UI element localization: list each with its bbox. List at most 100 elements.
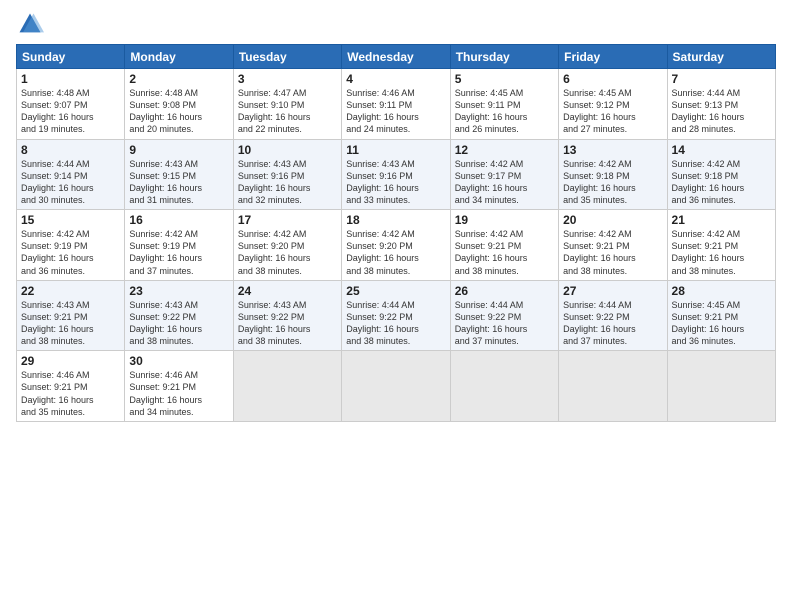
day-number: 27 [563, 284, 662, 298]
calendar-week-row: 1Sunrise: 4:48 AMSunset: 9:07 PMDaylight… [17, 69, 776, 140]
calendar-day-cell [450, 351, 558, 422]
calendar-day-cell: 25Sunrise: 4:44 AMSunset: 9:22 PMDayligh… [342, 280, 450, 351]
day-info: Sunrise: 4:42 AMSunset: 9:19 PMDaylight:… [129, 228, 228, 277]
calendar-day-cell: 19Sunrise: 4:42 AMSunset: 9:21 PMDayligh… [450, 210, 558, 281]
calendar-body: 1Sunrise: 4:48 AMSunset: 9:07 PMDaylight… [17, 69, 776, 422]
day-info: Sunrise: 4:43 AMSunset: 9:16 PMDaylight:… [346, 158, 445, 207]
calendar-day-cell: 18Sunrise: 4:42 AMSunset: 9:20 PMDayligh… [342, 210, 450, 281]
calendar-header-cell: Sunday [17, 45, 125, 69]
day-info: Sunrise: 4:42 AMSunset: 9:20 PMDaylight:… [346, 228, 445, 277]
day-info: Sunrise: 4:43 AMSunset: 9:21 PMDaylight:… [21, 299, 120, 348]
calendar-header-cell: Tuesday [233, 45, 341, 69]
calendar-day-cell: 4Sunrise: 4:46 AMSunset: 9:11 PMDaylight… [342, 69, 450, 140]
calendar-day-cell: 7Sunrise: 4:44 AMSunset: 9:13 PMDaylight… [667, 69, 775, 140]
day-info: Sunrise: 4:42 AMSunset: 9:21 PMDaylight:… [455, 228, 554, 277]
calendar-day-cell: 11Sunrise: 4:43 AMSunset: 9:16 PMDayligh… [342, 139, 450, 210]
day-info: Sunrise: 4:44 AMSunset: 9:22 PMDaylight:… [563, 299, 662, 348]
calendar-day-cell: 2Sunrise: 4:48 AMSunset: 9:08 PMDaylight… [125, 69, 233, 140]
day-number: 6 [563, 72, 662, 86]
day-number: 23 [129, 284, 228, 298]
day-number: 1 [21, 72, 120, 86]
day-number: 26 [455, 284, 554, 298]
day-number: 22 [21, 284, 120, 298]
calendar-day-cell [233, 351, 341, 422]
day-number: 18 [346, 213, 445, 227]
day-number: 3 [238, 72, 337, 86]
calendar-day-cell: 3Sunrise: 4:47 AMSunset: 9:10 PMDaylight… [233, 69, 341, 140]
calendar-day-cell: 30Sunrise: 4:46 AMSunset: 9:21 PMDayligh… [125, 351, 233, 422]
logo-icon [16, 10, 44, 38]
calendar-day-cell: 24Sunrise: 4:43 AMSunset: 9:22 PMDayligh… [233, 280, 341, 351]
calendar-day-cell [667, 351, 775, 422]
calendar-day-cell: 12Sunrise: 4:42 AMSunset: 9:17 PMDayligh… [450, 139, 558, 210]
day-number: 2 [129, 72, 228, 86]
day-number: 10 [238, 143, 337, 157]
calendar-day-cell: 5Sunrise: 4:45 AMSunset: 9:11 PMDaylight… [450, 69, 558, 140]
day-info: Sunrise: 4:46 AMSunset: 9:21 PMDaylight:… [21, 369, 120, 418]
calendar-week-row: 22Sunrise: 4:43 AMSunset: 9:21 PMDayligh… [17, 280, 776, 351]
day-number: 7 [672, 72, 771, 86]
day-number: 19 [455, 213, 554, 227]
day-info: Sunrise: 4:42 AMSunset: 9:19 PMDaylight:… [21, 228, 120, 277]
day-info: Sunrise: 4:47 AMSunset: 9:10 PMDaylight:… [238, 87, 337, 136]
day-info: Sunrise: 4:44 AMSunset: 9:22 PMDaylight:… [455, 299, 554, 348]
calendar-day-cell: 10Sunrise: 4:43 AMSunset: 9:16 PMDayligh… [233, 139, 341, 210]
day-info: Sunrise: 4:42 AMSunset: 9:17 PMDaylight:… [455, 158, 554, 207]
calendar-week-row: 15Sunrise: 4:42 AMSunset: 9:19 PMDayligh… [17, 210, 776, 281]
day-number: 29 [21, 354, 120, 368]
day-info: Sunrise: 4:44 AMSunset: 9:22 PMDaylight:… [346, 299, 445, 348]
calendar-day-cell: 17Sunrise: 4:42 AMSunset: 9:20 PMDayligh… [233, 210, 341, 281]
day-info: Sunrise: 4:42 AMSunset: 9:21 PMDaylight:… [672, 228, 771, 277]
calendar-header-cell: Wednesday [342, 45, 450, 69]
day-number: 5 [455, 72, 554, 86]
calendar-day-cell: 27Sunrise: 4:44 AMSunset: 9:22 PMDayligh… [559, 280, 667, 351]
day-info: Sunrise: 4:43 AMSunset: 9:15 PMDaylight:… [129, 158, 228, 207]
day-info: Sunrise: 4:48 AMSunset: 9:08 PMDaylight:… [129, 87, 228, 136]
day-info: Sunrise: 4:45 AMSunset: 9:11 PMDaylight:… [455, 87, 554, 136]
day-info: Sunrise: 4:42 AMSunset: 9:20 PMDaylight:… [238, 228, 337, 277]
day-number: 14 [672, 143, 771, 157]
calendar-day-cell: 13Sunrise: 4:42 AMSunset: 9:18 PMDayligh… [559, 139, 667, 210]
day-info: Sunrise: 4:42 AMSunset: 9:21 PMDaylight:… [563, 228, 662, 277]
calendar-day-cell: 28Sunrise: 4:45 AMSunset: 9:21 PMDayligh… [667, 280, 775, 351]
day-info: Sunrise: 4:48 AMSunset: 9:07 PMDaylight:… [21, 87, 120, 136]
calendar-day-cell: 9Sunrise: 4:43 AMSunset: 9:15 PMDaylight… [125, 139, 233, 210]
calendar-header-row: SundayMondayTuesdayWednesdayThursdayFrid… [17, 45, 776, 69]
calendar-day-cell: 29Sunrise: 4:46 AMSunset: 9:21 PMDayligh… [17, 351, 125, 422]
calendar-header-cell: Monday [125, 45, 233, 69]
day-info: Sunrise: 4:43 AMSunset: 9:22 PMDaylight:… [238, 299, 337, 348]
day-number: 28 [672, 284, 771, 298]
calendar-day-cell: 15Sunrise: 4:42 AMSunset: 9:19 PMDayligh… [17, 210, 125, 281]
calendar-week-row: 29Sunrise: 4:46 AMSunset: 9:21 PMDayligh… [17, 351, 776, 422]
day-number: 13 [563, 143, 662, 157]
day-number: 11 [346, 143, 445, 157]
calendar-table: SundayMondayTuesdayWednesdayThursdayFrid… [16, 44, 776, 422]
day-number: 4 [346, 72, 445, 86]
day-info: Sunrise: 4:42 AMSunset: 9:18 PMDaylight:… [563, 158, 662, 207]
day-info: Sunrise: 4:45 AMSunset: 9:12 PMDaylight:… [563, 87, 662, 136]
day-number: 25 [346, 284, 445, 298]
day-info: Sunrise: 4:42 AMSunset: 9:18 PMDaylight:… [672, 158, 771, 207]
calendar-day-cell: 21Sunrise: 4:42 AMSunset: 9:21 PMDayligh… [667, 210, 775, 281]
day-number: 16 [129, 213, 228, 227]
logo [16, 10, 48, 38]
day-number: 9 [129, 143, 228, 157]
calendar-header-cell: Saturday [667, 45, 775, 69]
calendar-day-cell: 1Sunrise: 4:48 AMSunset: 9:07 PMDaylight… [17, 69, 125, 140]
calendar-week-row: 8Sunrise: 4:44 AMSunset: 9:14 PMDaylight… [17, 139, 776, 210]
calendar-day-cell: 26Sunrise: 4:44 AMSunset: 9:22 PMDayligh… [450, 280, 558, 351]
day-number: 24 [238, 284, 337, 298]
day-info: Sunrise: 4:44 AMSunset: 9:14 PMDaylight:… [21, 158, 120, 207]
day-info: Sunrise: 4:46 AMSunset: 9:11 PMDaylight:… [346, 87, 445, 136]
day-info: Sunrise: 4:43 AMSunset: 9:22 PMDaylight:… [129, 299, 228, 348]
calendar-day-cell [342, 351, 450, 422]
calendar-day-cell: 16Sunrise: 4:42 AMSunset: 9:19 PMDayligh… [125, 210, 233, 281]
day-number: 17 [238, 213, 337, 227]
day-number: 30 [129, 354, 228, 368]
calendar-day-cell: 6Sunrise: 4:45 AMSunset: 9:12 PMDaylight… [559, 69, 667, 140]
calendar-day-cell: 8Sunrise: 4:44 AMSunset: 9:14 PMDaylight… [17, 139, 125, 210]
day-number: 15 [21, 213, 120, 227]
page: SundayMondayTuesdayWednesdayThursdayFrid… [0, 0, 792, 612]
day-number: 20 [563, 213, 662, 227]
day-number: 12 [455, 143, 554, 157]
